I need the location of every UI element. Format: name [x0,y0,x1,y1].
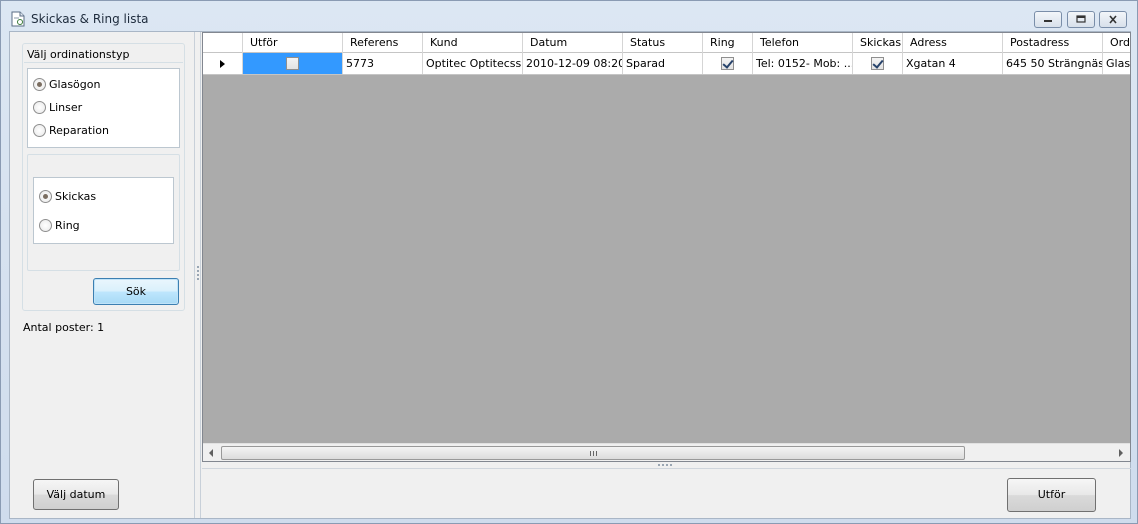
grid-header: Utför Referens Kund Datum Status Ring Te… [203,33,1130,53]
skickas-checkbox[interactable] [871,57,884,70]
cell-ring[interactable] [703,53,753,74]
restore-icon [1076,15,1086,23]
column-header-referens[interactable]: Referens [343,33,423,53]
scroll-left-icon[interactable] [209,449,213,457]
radio-linser-label: Linser [49,101,83,114]
column-header-ordi[interactable]: Ordi [1103,33,1130,53]
cell-telefon[interactable]: Tel: 0152- Mob: ... [753,53,853,74]
document-icon [11,11,25,27]
table-row[interactable]: 5773 Optitec Optitecss... 2010-12-09 08:… [203,53,1130,75]
cell-kund[interactable]: Optitec Optitecss... [423,53,523,74]
cell-ordi[interactable]: Glasö [1103,53,1130,74]
current-row-icon [220,59,225,68]
minimize-button[interactable] [1034,11,1062,28]
column-header-status[interactable]: Status [623,33,703,53]
column-header-kund[interactable]: Kund [423,33,523,53]
radio-ring[interactable]: Ring [39,219,80,232]
orders-grid[interactable]: Utför Referens Kund Datum Status Ring Te… [202,32,1131,462]
cell-skickas[interactable] [853,53,903,74]
filter-panel: Välj ordinationstyp Glasögon Linser Repa… [10,32,194,518]
column-header-utfor[interactable]: Utför [243,33,343,53]
order-type-group: Välj ordinationstyp Glasögon Linser Repa… [22,43,185,311]
radio-linser-circle[interactable] [33,101,46,114]
group-divider [24,62,183,63]
column-header-adress[interactable]: Adress [903,33,1003,53]
minimize-icon [1044,20,1052,22]
radio-glasogon-label: Glasögon [49,78,101,91]
scroll-thumb[interactable] [221,446,965,460]
row-header-corner [203,33,243,53]
order-type-label: Välj ordinationstyp [27,48,130,61]
radio-skickas-circle[interactable] [39,190,52,203]
column-header-postadress[interactable]: Postadress [1003,33,1103,53]
radio-linser[interactable]: Linser [33,101,82,114]
scroll-grip-icon [590,451,598,456]
main-window: Skickas & Ring lista Välj ordinationstyp… [0,0,1138,524]
cell-adress[interactable]: Xgatan 4 [903,53,1003,74]
radio-skickas-label: Skickas [55,190,97,203]
radio-reparation-label: Reparation [49,124,109,137]
horizontal-scrollbar[interactable] [203,443,1130,461]
row-header[interactable] [203,53,243,74]
radio-glasogon-circle[interactable] [33,78,46,91]
radio-reparation-circle[interactable] [33,124,46,137]
column-header-telefon[interactable]: Telefon [753,33,853,53]
hsplitter-grip-icon [658,464,672,466]
column-header-datum[interactable]: Datum [523,33,623,53]
cell-utfor[interactable] [243,53,343,74]
cell-status[interactable]: Sparad [623,53,703,74]
action-type-group: Skickas Ring [27,154,180,271]
column-header-skickas[interactable]: Skickas [853,33,903,53]
close-icon [1109,15,1117,24]
vertical-splitter[interactable] [194,32,201,518]
action-type-box: Skickas Ring [33,177,174,244]
search-button[interactable]: Sök [93,278,179,305]
scroll-right-icon[interactable] [1119,449,1123,457]
cell-datum[interactable]: 2010-12-09 08:20 [523,53,623,74]
action-panel: Utför [202,468,1131,518]
restore-button[interactable] [1067,11,1095,28]
client-area: Välj ordinationstyp Glasögon Linser Repa… [9,31,1131,519]
radio-ring-label: Ring [55,219,80,232]
cell-postadress[interactable]: 645 50 Strängnäs [1003,53,1103,74]
window-title: Skickas & Ring lista [31,12,149,26]
record-count-label: Antal poster: [23,321,94,334]
utfor-checkbox[interactable] [286,57,299,70]
close-button[interactable] [1099,11,1127,28]
radio-ring-circle[interactable] [39,219,52,232]
order-type-box: Glasögon Linser Reparation [27,68,180,148]
radio-glasogon[interactable]: Glasögon [33,78,100,91]
select-date-button[interactable]: Välj datum [33,479,119,510]
radio-skickas[interactable]: Skickas [39,190,96,203]
radio-reparation[interactable]: Reparation [33,124,109,137]
column-header-ring[interactable]: Ring [703,33,753,53]
splitter-grip-icon [197,266,199,280]
execute-button[interactable]: Utför [1007,478,1096,512]
cell-referens[interactable]: 5773 [343,53,423,74]
record-count: Antal poster: 1 [23,321,104,334]
record-count-value: 1 [97,321,105,334]
ring-checkbox[interactable] [721,57,734,70]
